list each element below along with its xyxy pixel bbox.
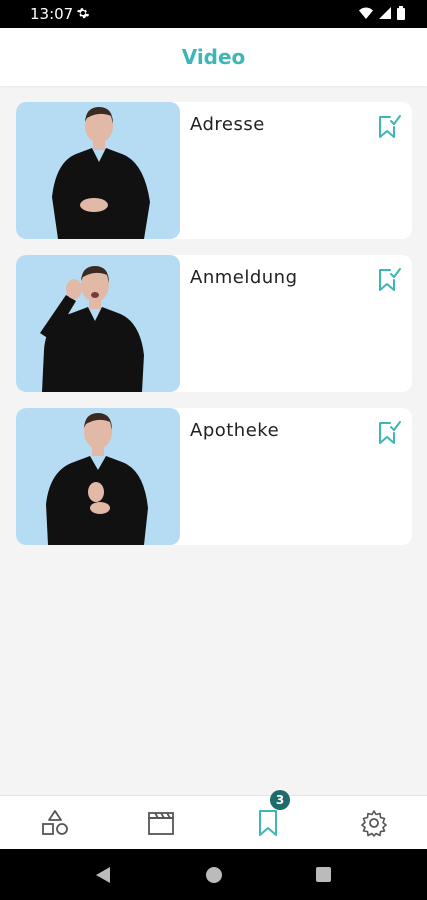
item-label: Anmeldung (190, 267, 298, 288)
video-thumbnail[interactable] (16, 408, 180, 545)
list-item[interactable]: Anmeldung (16, 255, 412, 392)
video-thumbnail[interactable] (16, 102, 180, 239)
item-label: Apotheke (190, 420, 280, 441)
signal-icon (379, 7, 391, 19)
item-label: Adresse (190, 114, 265, 135)
recents-icon[interactable] (315, 866, 332, 883)
app-bar: Video (0, 28, 427, 86)
page-title: Video (181, 45, 246, 69)
video-list: Adresse Anmeldung Apotheke (16, 102, 412, 561)
battery-icon (397, 6, 405, 20)
wifi-icon (359, 7, 373, 19)
signer-figure-icon (46, 413, 148, 545)
list-item[interactable]: Adresse (16, 102, 412, 239)
bookmark-check-icon[interactable] (376, 267, 402, 293)
bookmark-check-icon[interactable] (376, 420, 402, 446)
back-icon[interactable] (95, 866, 111, 884)
settings-status-icon (77, 8, 90, 19)
status-indicators (359, 6, 405, 20)
bottom-navigation: 3 (0, 790, 427, 849)
app-screen: 13:07 Video Adresse Anmeldung Apotheke 3 (0, 0, 427, 900)
clapperboard-icon[interactable] (146, 808, 176, 838)
system-navigation-bar (0, 849, 427, 900)
home-icon[interactable] (205, 866, 223, 884)
signer-figure-icon (40, 266, 144, 392)
shapes-icon[interactable] (40, 808, 70, 838)
video-thumbnail[interactable] (16, 255, 180, 392)
bookmark-check-icon[interactable] (376, 114, 402, 140)
bookmark-icon[interactable] (253, 808, 283, 838)
signer-figure-icon (52, 107, 150, 239)
bookmark-count-badge: 3 (270, 790, 290, 810)
gear-icon[interactable] (359, 808, 389, 838)
status-bar: 13:07 (0, 0, 427, 28)
status-time: 13:07 (30, 5, 74, 23)
list-item[interactable]: Apotheke (16, 408, 412, 545)
